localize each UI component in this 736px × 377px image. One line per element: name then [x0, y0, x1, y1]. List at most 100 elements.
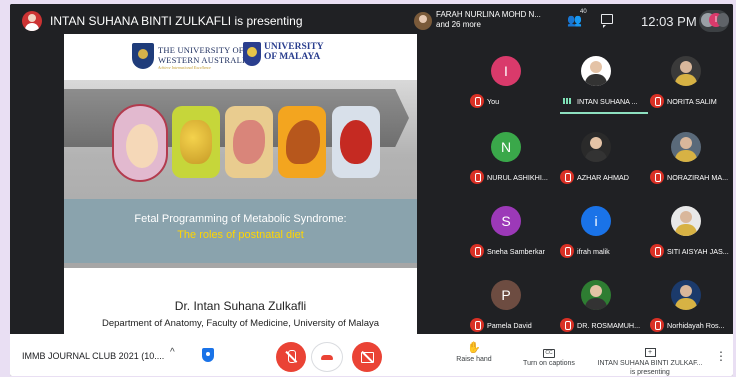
slide-title-band: Fetal Programming of Metabolic Syndrome:…	[64, 199, 417, 263]
avatar	[671, 132, 701, 162]
avatar: P	[491, 280, 521, 310]
mic-off-icon	[470, 318, 484, 332]
meet-window: INTAN SUHANA BINTI ZULKAFLI is presentin…	[10, 4, 733, 376]
mic-off-icon	[560, 170, 574, 184]
um-crest-icon	[243, 42, 261, 66]
uwa-name-line2: WESTERN AUSTRALIA	[158, 55, 252, 65]
participant-name: AZHAR AHMAD	[577, 173, 629, 182]
present-icon: +	[644, 348, 656, 357]
participant-name: NURUL ASHIKHI...	[487, 173, 548, 182]
meeting-name[interactable]: IMMB JOURNAL CLUB 2021 (10....	[22, 351, 164, 361]
mic-off-icon	[560, 318, 574, 332]
avatar: S	[491, 206, 521, 236]
people-icon[interactable]: 👥	[567, 13, 589, 29]
people-count: 40	[580, 9, 587, 15]
participant-tile[interactable]: Norhidayah Ros...	[650, 280, 725, 340]
participant-tile[interactable]: NORAZIRAH MA...	[650, 132, 728, 192]
participant-name: Norhidayah Ros...	[667, 321, 725, 330]
participant-tile[interactable]: DR. ROSMAMUH...	[560, 280, 640, 340]
participant-tile[interactable]: S Sneha Samberkar	[470, 206, 545, 266]
participant-tile[interactable]: P Pamela David	[470, 280, 542, 340]
fetus-icon	[112, 104, 168, 182]
participant-name: You	[487, 97, 500, 106]
avatar	[671, 206, 701, 236]
pancreas-icon	[172, 106, 220, 178]
captions-label: Turn on captions	[523, 360, 575, 367]
participant-name: ifrah malik	[577, 247, 610, 256]
presenting-name: INTAN SUHANA BINTI ZULKAF...	[597, 360, 703, 367]
participant-tile[interactable]: N NURUL ASHIKHI...	[470, 132, 548, 192]
clock: 12:03 PM	[641, 14, 697, 29]
uwa-motto: Achieve International Excellence	[158, 65, 212, 70]
mic-off-icon	[470, 244, 484, 258]
other-participant-count: and 26 more	[436, 20, 481, 29]
mic-off-icon	[650, 94, 664, 108]
um-logo-text: UNIVERSITY OF MALAYA	[264, 42, 324, 62]
hangup-icon[interactable]	[311, 342, 343, 372]
presenting-status: is presenting	[630, 369, 670, 376]
avatar	[581, 132, 611, 162]
raise-hand-button[interactable]: ✋ Raise hand	[454, 341, 494, 364]
mic-off-icon	[470, 94, 484, 108]
presenter-avatar	[22, 11, 42, 31]
presenting-button[interactable]: + INTAN SUHANA BINTI ZULKAF... is presen…	[595, 341, 705, 376]
mic-off-icon	[560, 244, 574, 258]
speaking-icon	[560, 94, 574, 108]
avatar	[581, 280, 611, 310]
chat-icon[interactable]	[601, 14, 613, 28]
participant-name: Sneha Samberkar	[487, 247, 545, 256]
uwa-name-line1: THE UNIVERSITY OF	[158, 45, 244, 55]
liver-icon	[278, 106, 326, 178]
kidney-icon	[225, 106, 273, 178]
mic-off-icon	[650, 244, 664, 258]
avatar	[581, 56, 611, 86]
participant-tile[interactable]: NORITA SALIM	[650, 56, 722, 116]
avatar	[671, 56, 701, 86]
self-view-pill[interactable]: I	[699, 10, 729, 32]
participant-tile[interactable]: I You	[470, 56, 542, 116]
participant-name: INTAN SUHANA ...	[577, 97, 638, 106]
participant-name: Pamela David	[487, 321, 532, 330]
top-bar: INTAN SUHANA BINTI ZULKAFLI is presentin…	[10, 4, 733, 38]
um-name-line2: OF MALAYA	[264, 52, 321, 62]
heart-icon	[332, 106, 380, 178]
uwa-crest-icon	[132, 43, 154, 69]
mic-off-icon	[470, 170, 484, 184]
slide-department: Department of Anatomy, Faculty of Medici…	[101, 318, 380, 329]
participant-tile[interactable]: SITI AISYAH JAS...	[650, 206, 729, 266]
other-presenter-avatar[interactable]	[414, 12, 432, 30]
bottom-bar: IMMB JOURNAL CLUB 2021 (10.... ^ ✋ Raise…	[10, 334, 733, 376]
presentation-slide: THE UNIVERSITY OF WESTERN AUSTRALIA Achi…	[64, 34, 417, 334]
participant-name: NORAZIRAH MA...	[667, 173, 729, 182]
participant-name: DR. ROSMAMUH...	[577, 321, 641, 330]
avatar: N	[491, 132, 521, 162]
other-participants-label[interactable]: FARAH NURLINA MOHD N... and 26 more	[436, 10, 541, 30]
mic-off-icon[interactable]	[276, 342, 306, 372]
shield-icon[interactable]	[202, 348, 214, 362]
captions-button[interactable]: CC Turn on captions	[519, 341, 579, 368]
hand-icon: ✋	[467, 342, 481, 354]
mic-off-icon	[650, 318, 664, 332]
participant-tile[interactable]: AZHAR AHMAD	[560, 132, 632, 192]
avatar	[717, 13, 729, 27]
raise-hand-label: Raise hand	[456, 356, 492, 363]
mic-off-icon	[650, 170, 664, 184]
um-name-line1: UNIVERSITY	[264, 42, 324, 52]
slide-subtitle: The roles of postnatal diet	[177, 229, 304, 241]
slide-author: Dr. Intan Suhana Zulkafli	[174, 299, 307, 313]
avatar	[671, 280, 701, 310]
more-options-icon[interactable]: ⋮	[715, 349, 727, 363]
other-participant-name: FARAH NURLINA MOHD N...	[436, 10, 541, 19]
captions-icon: CC	[543, 349, 555, 358]
participant-name: NORITA SALIM	[667, 97, 717, 106]
camera-off-icon[interactable]	[352, 342, 382, 372]
active-speaker-indicator	[560, 112, 648, 114]
slide-title: Fetal Programming of Metabolic Syndrome:	[134, 213, 347, 225]
presenter-banner: INTAN SUHANA BINTI ZULKAFLI is presentin…	[50, 14, 303, 28]
participant-tile[interactable]: i ifrah malik	[560, 206, 632, 266]
participant-tile[interactable]: INTAN SUHANA ...	[560, 56, 648, 116]
avatar: i	[581, 206, 611, 236]
chevron-up-icon[interactable]: ^	[170, 347, 175, 358]
uwa-logo-text: THE UNIVERSITY OF WESTERN AUSTRALIA	[158, 45, 251, 65]
participant-name: SITI AISYAH JAS...	[667, 247, 729, 256]
